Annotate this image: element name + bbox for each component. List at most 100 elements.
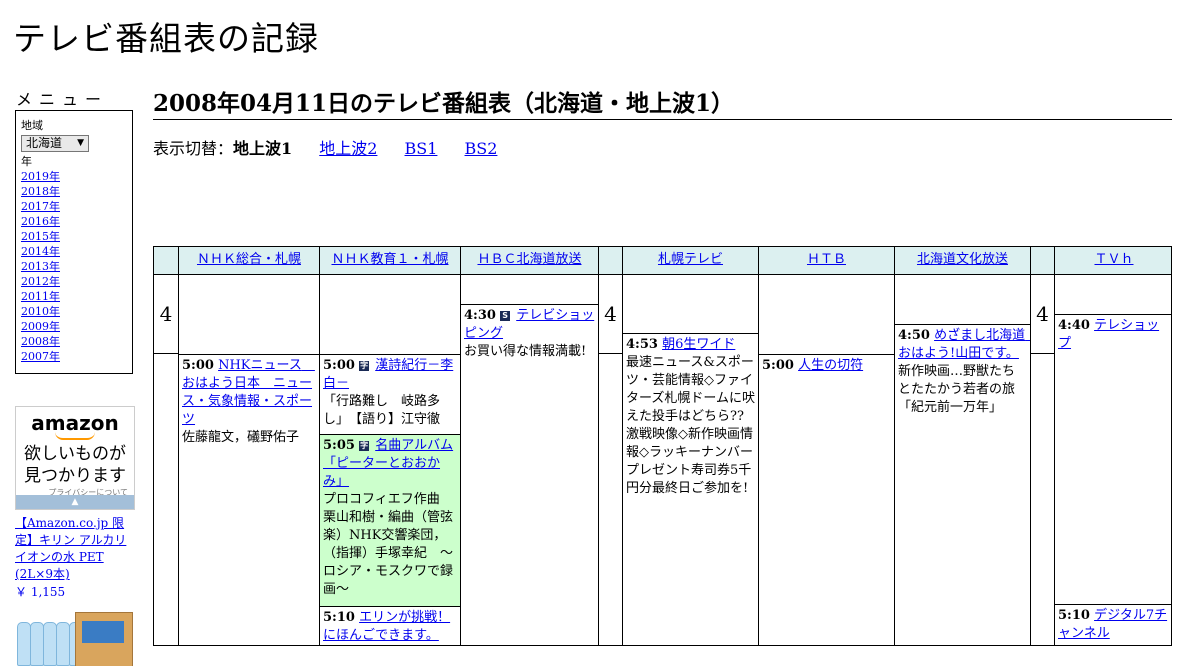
- switcher-current: 地上波1: [233, 139, 293, 158]
- channel-header-uhb: 北海道文化放送: [895, 247, 1030, 275]
- hour-column: 4: [154, 247, 179, 645]
- hour-label: 4: [599, 275, 622, 354]
- year-link-2008[interactable]: 2008年: [21, 334, 127, 349]
- hour-label: 4: [154, 275, 178, 354]
- year-link-2012[interactable]: 2012年: [21, 274, 127, 289]
- menu-box: 地域 北海道 ▼ 年 2019年 2018年 2017年 2016年 2015年…: [15, 110, 133, 374]
- region-select[interactable]: 北海道 ▼: [21, 135, 89, 152]
- program-time: 5:00: [323, 358, 355, 373]
- schedule-grid: 4 ＮＨＫ総合・札幌 5:00 NHKニュース おはよう日本 ニュース・気象情報…: [153, 246, 1172, 646]
- channel-link-htb[interactable]: ＨＴＢ: [807, 252, 846, 267]
- chevron-up-icon: ▲: [71, 497, 79, 507]
- ad-product-image[interactable]: [15, 606, 133, 666]
- program-cell: 5:00 字 漢詩紀行－李白－ 「行路難し 岐路多し」 【語り】江守徹: [320, 354, 460, 435]
- year-link-2018[interactable]: 2018年: [21, 184, 127, 199]
- ad-tagline-line2: 見つかります: [24, 466, 126, 486]
- region-label: 地域: [21, 119, 43, 132]
- hour-column-header: [1031, 247, 1054, 275]
- program-time: 5:10: [1058, 608, 1090, 623]
- ad-tagline-line1: 欲しいものが: [24, 444, 126, 464]
- program-cell: 4:30 S テレビショッピング お買い得な情報満載!: [461, 304, 598, 645]
- subtitle-icon: 字: [359, 361, 370, 371]
- switcher-label: 表示切替：: [153, 139, 234, 158]
- program-title-link[interactable]: 人生の切符: [798, 358, 863, 373]
- program-description: 最速ニュース&スポーツ・芸能情報◇ファイターズ札幌ドームに吠えた投手はどちら??…: [626, 355, 755, 496]
- menu-heading: メニュー: [16, 90, 109, 109]
- program-cell: 5:10 デジタル7チャンネル: [1055, 604, 1171, 645]
- program-time: 4:40: [1058, 318, 1090, 333]
- year-link-2016[interactable]: 2016年: [21, 214, 127, 229]
- amazon-logo: amazon: [31, 411, 119, 435]
- channel-column-uhb: 北海道文化放送 4:50 めざまし北海道 おはよう!山田です。 新作映画…野獣た…: [895, 247, 1031, 645]
- year-link-2015[interactable]: 2015年: [21, 229, 127, 244]
- channel-header-nhk-general: ＮＨＫ総合・札幌: [179, 247, 319, 275]
- ad-banner[interactable]: amazon 欲しいものが 見つかります プライバシーについて ▲: [15, 406, 135, 510]
- subtitle-icon: 字: [359, 441, 370, 451]
- chevron-down-icon: ▼: [77, 138, 84, 148]
- program-cell-music: 5:05 字 名曲アルバム「ピーターとおおかみ」 プロコフィエフ作曲 栗山和樹・…: [320, 434, 460, 606]
- program-cell: 5:00 NHKニュース おはよう日本 ニュース・気象情報・スポーツ 佐藤龍文，…: [179, 354, 319, 645]
- hour-column: 4: [1031, 247, 1055, 645]
- channel-link-nhk-general[interactable]: ＮＨＫ総合・札幌: [197, 252, 301, 267]
- program-time: 5:10: [323, 610, 355, 625]
- channel-header-htb: ＨＴＢ: [759, 247, 894, 275]
- site-title: テレビ番組表の記録: [13, 19, 319, 58]
- program-cell: 4:53 朝6生ワイド 最速ニュース&スポーツ・芸能情報◇ファイターズ札幌ドーム…: [623, 333, 758, 645]
- channel-link-tvh[interactable]: ＴＶｈ: [1094, 252, 1133, 267]
- year-link-2011[interactable]: 2011年: [21, 289, 127, 304]
- year-link-2013[interactable]: 2013年: [21, 259, 127, 274]
- hour-column-header: [154, 247, 178, 275]
- ad-expand-bar[interactable]: ▲: [16, 495, 134, 509]
- ad-tagline: 欲しいものが 見つかります: [16, 443, 134, 487]
- program-time: 4:53: [626, 337, 658, 352]
- switcher-link-chijou2[interactable]: 地上波2: [319, 139, 377, 158]
- program-time: 5:00: [762, 358, 794, 373]
- program-cell: 5:10 エリンが挑戦！にほんごできます。: [320, 606, 460, 645]
- program-cell: 5:00 人生の切符: [759, 354, 894, 645]
- year-link-2007[interactable]: 2007年: [21, 349, 127, 364]
- channel-column-nhk-edu: ＮＨＫ教育１・札幌 5:00 字 漢詩紀行－李白－ 「行路難し 岐路多し」 【語…: [320, 247, 461, 645]
- program-description: 新作映画…野獣たちとたたかう若者の旅「紀元前一万年」: [898, 364, 1016, 415]
- ad-product-link[interactable]: 【Amazon.co.jp 限定】キリン アルカリイオンの水 PET (2L×9…: [15, 515, 135, 583]
- year-link-2010[interactable]: 2010年: [21, 304, 127, 319]
- hour-column-header: [599, 247, 622, 275]
- year-list: 2019年 2018年 2017年 2016年 2015年 2014年 2013…: [21, 169, 127, 364]
- year-link-2014[interactable]: 2014年: [21, 244, 127, 259]
- channel-column-hbc: ＨＢＣ北海道放送 4:30 S テレビショッピング お買い得な情報満載!: [461, 247, 599, 645]
- channel-column-tvh: ＴＶｈ 4:40 テレショップ 5:10 デジタル7チャンネル: [1055, 247, 1171, 645]
- page-title: 2008年04月11日のテレビ番組表（北海道・地上波1）: [153, 84, 1172, 120]
- program-time: 5:05: [323, 438, 355, 453]
- channel-column-stv: 札幌テレビ 4:53 朝6生ワイド 最速ニュース&スポーツ・芸能情報◇ファイター…: [623, 247, 759, 645]
- program-time: 5:00: [182, 358, 214, 373]
- channel-header-hbc: ＨＢＣ北海道放送: [461, 247, 598, 275]
- year-label: 年: [21, 155, 32, 168]
- program-description: 「行路難し 岐路多し」 【語り】江守徹: [323, 394, 441, 427]
- switcher-link-bs2[interactable]: BS2: [465, 139, 498, 158]
- hour-label: 4: [1031, 275, 1054, 354]
- program-description: お買い得な情報満載!: [464, 344, 587, 359]
- region-select-value: 北海道: [26, 136, 63, 150]
- channel-header-nhk-edu: ＮＨＫ教育１・札幌: [320, 247, 460, 275]
- program-description: 佐藤龍文，礒野佑子: [182, 430, 300, 445]
- program-title-link[interactable]: 朝6生ワイド: [662, 337, 735, 352]
- ad-block: amazon 欲しいものが 見つかります プライバシーについて ▲ 【Amazo…: [15, 406, 135, 666]
- channel-link-stv[interactable]: 札幌テレビ: [658, 252, 723, 267]
- program-description: プロコフィエフ作曲 栗山和樹・編曲（管弦楽）NHK交響楽団，（指揮）手塚幸紀 ～…: [323, 492, 454, 597]
- channel-link-hbc[interactable]: ＨＢＣ北海道放送: [477, 252, 581, 267]
- channel-link-uhb[interactable]: 北海道文化放送: [917, 252, 1008, 267]
- year-link-2009[interactable]: 2009年: [21, 319, 127, 334]
- ad-price: ￥ 1,155: [15, 585, 66, 599]
- program-cell: 4:40 テレショップ: [1055, 314, 1171, 605]
- year-link-2019[interactable]: 2019年: [21, 169, 127, 184]
- channel-column-htb: ＨＴＢ 5:00 人生の切符: [759, 247, 895, 645]
- channel-header-stv: 札幌テレビ: [623, 247, 758, 275]
- program-time: 4:30: [464, 308, 496, 323]
- channel-link-nhk-edu[interactable]: ＮＨＫ教育１・札幌: [331, 252, 448, 267]
- program-time: 4:50: [898, 328, 930, 343]
- year-link-2017[interactable]: 2017年: [21, 199, 127, 214]
- channel-column-nhk-general: ＮＨＫ総合・札幌 5:00 NHKニュース おはよう日本 ニュース・気象情報・ス…: [179, 247, 320, 645]
- switcher-link-bs1[interactable]: BS1: [405, 139, 438, 158]
- hour-column: 4: [599, 247, 623, 645]
- channel-header-tvh: ＴＶｈ: [1055, 247, 1171, 275]
- program-cell: 4:50 めざまし北海道 おはよう!山田です。 新作映画…野獣たちとたたかう若者…: [895, 324, 1030, 645]
